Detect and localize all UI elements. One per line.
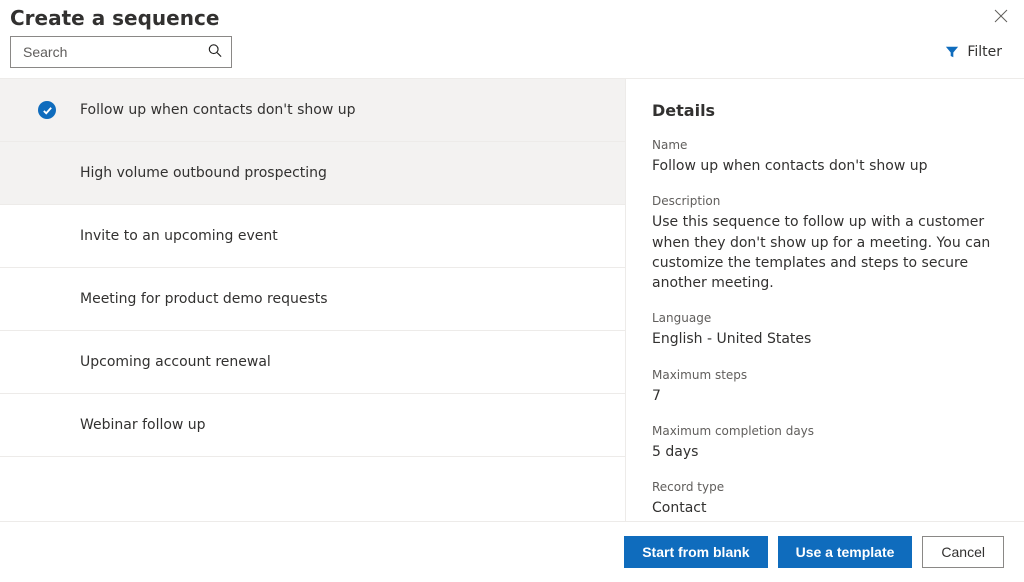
- details-description-value: Use this sequence to follow up with a cu…: [652, 212, 998, 293]
- details-record-type-label: Record type: [652, 480, 998, 494]
- selected-check-icon: [38, 101, 56, 119]
- search-box[interactable]: [10, 36, 232, 68]
- details-description-label: Description: [652, 194, 998, 208]
- search-input[interactable]: [10, 36, 232, 68]
- details-name-label: Name: [652, 138, 998, 152]
- template-item-label: Follow up when contacts don't show up: [38, 102, 355, 118]
- details-name-value: Follow up when contacts don't show up: [652, 156, 998, 176]
- details-heading: Details: [652, 101, 998, 120]
- template-item-label: Upcoming account renewal: [38, 354, 271, 370]
- template-item-invite-event[interactable]: Invite to an upcoming event: [0, 205, 625, 268]
- search-icon: [208, 43, 222, 62]
- details-max-days-label: Maximum completion days: [652, 424, 998, 438]
- template-item-webinar-follow-up[interactable]: Webinar follow up: [0, 394, 625, 457]
- template-item-account-renewal[interactable]: Upcoming account renewal: [0, 331, 625, 394]
- details-panel: Details Name Follow up when contacts don…: [626, 79, 1024, 521]
- template-item-product-demo[interactable]: Meeting for product demo requests: [0, 268, 625, 331]
- close-icon: [994, 9, 1008, 23]
- filter-label: Filter: [967, 44, 1002, 60]
- template-item-label: High volume outbound prospecting: [38, 165, 327, 181]
- template-item-label: Invite to an upcoming event: [38, 228, 278, 244]
- template-list: Follow up when contacts don't show up Hi…: [0, 79, 626, 521]
- cancel-button[interactable]: Cancel: [922, 536, 1004, 568]
- template-item-follow-up-no-show[interactable]: Follow up when contacts don't show up: [0, 79, 625, 142]
- filter-button[interactable]: Filter: [945, 44, 1002, 60]
- template-item-label: Meeting for product demo requests: [38, 291, 328, 307]
- template-item-label: Webinar follow up: [38, 417, 206, 433]
- details-max-steps-label: Maximum steps: [652, 368, 998, 382]
- dialog-title: Create a sequence: [10, 6, 219, 30]
- use-a-template-button[interactable]: Use a template: [778, 536, 913, 568]
- details-language-label: Language: [652, 311, 998, 325]
- close-button[interactable]: [988, 6, 1014, 29]
- filter-icon: [945, 45, 959, 59]
- details-max-steps-value: 7: [652, 386, 998, 406]
- dialog-footer: Start from blank Use a template Cancel: [0, 521, 1024, 582]
- details-max-days-value: 5 days: [652, 442, 998, 462]
- start-from-blank-button[interactable]: Start from blank: [624, 536, 767, 568]
- template-item-high-volume-outbound[interactable]: High volume outbound prospecting: [0, 142, 625, 205]
- details-language-value: English - United States: [652, 329, 998, 349]
- details-record-type-value: Contact: [652, 498, 998, 518]
